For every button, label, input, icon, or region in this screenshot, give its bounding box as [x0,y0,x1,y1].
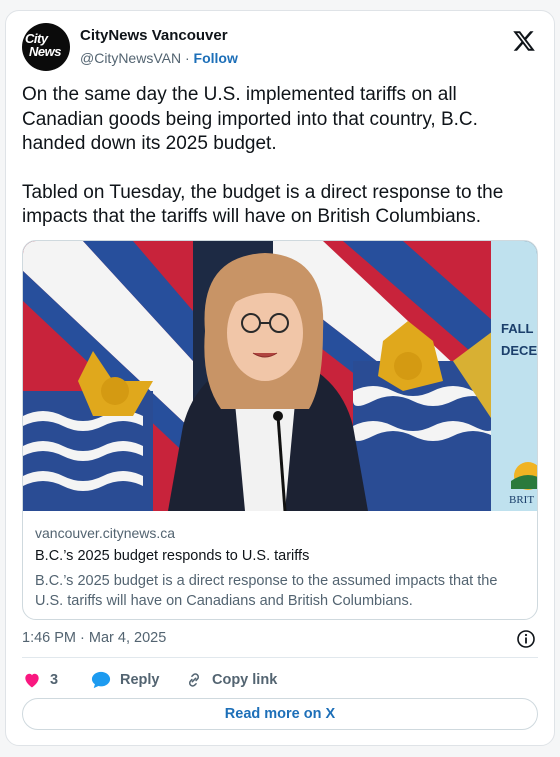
heart-icon [25,673,39,688]
author-handle[interactable]: @CityNewsVAN [80,50,181,66]
reply-label: Reply [120,672,160,688]
divider [22,657,538,658]
link-domain: vancouver.citynews.ca [35,525,176,541]
citynews-logo: City News [25,32,67,58]
link-preview-image[interactable]: FALL DECE BRIT [23,241,538,511]
handle-separator: · [184,50,190,66]
x-logo-icon[interactable] [512,29,536,53]
follow-link[interactable]: Follow [194,50,238,66]
avatar-logo-line2: News [29,44,61,59]
post-meta: 1:46 PM · Mar 4, 2025 [22,629,538,649]
action-bar: 3 Reply Copy link [22,668,538,692]
reply-button[interactable]: Reply [90,668,160,692]
link-preview-info[interactable]: vancouver.citynews.ca B.C.’s 2025 budget… [35,525,525,611]
link-title[interactable]: B.C.’s 2025 budget responds to U.S. tari… [35,548,525,564]
bc-flag-left [23,241,193,511]
like-count: 3 [50,672,59,688]
embedded-post-card: City News CityNews Vancouver @CityNewsVA… [5,10,555,746]
link-icon [188,673,200,687]
post-text-paragraph: Tabled on Tuesday, the budget is a direc… [22,181,504,228]
like-button[interactable]: 3 [22,668,58,692]
author-display-name[interactable]: CityNews Vancouver [80,27,228,44]
link-preview-card[interactable]: FALL DECE BRIT vancouver.citynews.ca B.C… [22,240,538,620]
info-icon[interactable] [516,629,536,649]
post-text: On the same day the U.S. implemented tar… [22,83,542,230]
post-timestamp[interactable]: 1:46 PM · Mar 4, 2025 [22,630,166,646]
sign-text-line1: FALL [501,321,534,336]
author-handle-row: @CityNewsVAN · Follow [80,50,238,66]
copy-link-button[interactable]: Copy link [184,668,277,692]
sign-text-line2: DECE [501,343,537,358]
copy-link-label: Copy link [212,672,278,688]
sign-text-line3: BRIT [509,494,534,506]
read-more-button[interactable]: Read more on X [22,698,538,730]
avatar[interactable]: City News [22,23,70,71]
post-header: City News CityNews Vancouver @CityNewsVA… [22,23,538,73]
link-description: B.C.’s 2025 budget is a direct response … [35,573,498,609]
reply-bubble-icon [91,671,111,689]
post-text-paragraph: On the same day the U.S. implemented tar… [22,84,478,154]
